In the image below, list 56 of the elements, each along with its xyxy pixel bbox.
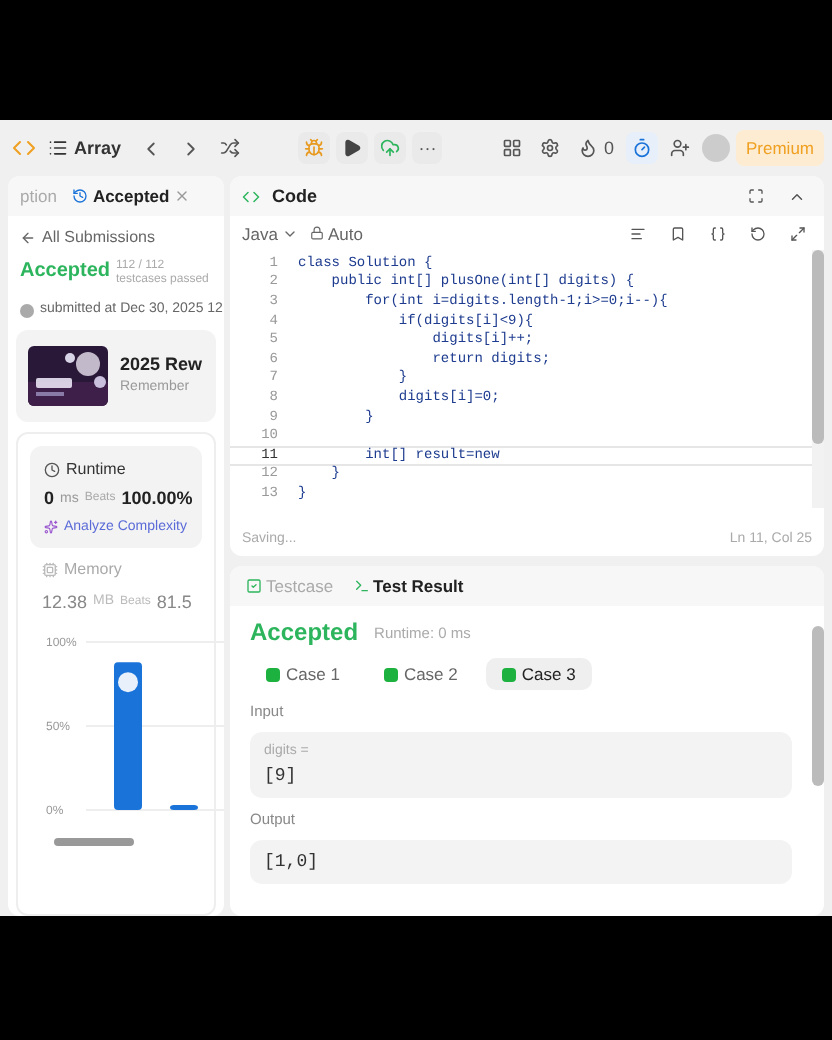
case-tab[interactable]: Case 3 xyxy=(485,658,592,690)
add-user-icon xyxy=(670,138,690,158)
expand-icon xyxy=(790,225,806,241)
cloud-upload-icon xyxy=(380,138,401,158)
back-link[interactable]: All Submissions xyxy=(20,228,212,246)
language-dropdown[interactable]: Java xyxy=(242,223,298,243)
panel-tab[interactable]: Accepted xyxy=(68,186,194,206)
runtime-value: 0 xyxy=(44,488,55,511)
code-icon xyxy=(242,187,260,205)
horizontal-scrollbar xyxy=(54,837,134,846)
problem-list-button[interactable]: Array xyxy=(42,132,128,164)
logo-icon xyxy=(12,136,36,160)
fullscreen-icon xyxy=(748,188,764,204)
history-icon xyxy=(72,188,89,204)
memory-value: 12.38 xyxy=(42,591,88,614)
shuffle-icon xyxy=(219,138,240,158)
panel-tab[interactable]: Test Result xyxy=(349,576,468,596)
user-marker-icon xyxy=(118,671,138,692)
memory-beats: 81.5 xyxy=(156,591,192,614)
run-button[interactable] xyxy=(336,132,369,164)
arrow-left-icon xyxy=(20,229,36,245)
lines-icon xyxy=(630,225,646,241)
timer-icon xyxy=(632,138,652,158)
timer-button[interactable] xyxy=(626,132,658,164)
panel-title: Code xyxy=(272,186,317,206)
sparkles-icon xyxy=(44,520,58,535)
case-tab[interactable]: Case 2 xyxy=(367,658,474,690)
avatar xyxy=(20,304,34,319)
list-icon xyxy=(48,138,68,158)
status-text: Accepted xyxy=(20,260,111,282)
runtime-label: Runtime xyxy=(66,459,126,479)
output-value: [1,0] xyxy=(264,852,321,873)
lock-icon xyxy=(309,226,324,240)
case-tab[interactable]: Case 1 xyxy=(250,658,356,690)
bug-icon xyxy=(304,138,325,158)
chart-bar xyxy=(170,804,198,810)
verdict-text: Accepted xyxy=(250,618,359,646)
play-icon xyxy=(342,138,363,158)
flame-icon xyxy=(577,138,598,158)
checkbox-icon xyxy=(246,578,262,594)
grid-icon xyxy=(501,138,522,158)
settings-icon xyxy=(539,138,560,158)
input-value: [9] xyxy=(264,766,299,787)
mode-dropdown[interactable]: Auto xyxy=(309,223,363,243)
more-button[interactable]: ··· xyxy=(412,132,443,164)
undo-icon xyxy=(750,225,766,241)
runtime-beats: 100.00% xyxy=(121,488,193,511)
chip-icon xyxy=(42,561,58,578)
close-icon xyxy=(173,188,190,204)
memory-label: Memory xyxy=(64,560,122,580)
clock-icon xyxy=(44,461,60,478)
streak-button[interactable]: 0 xyxy=(571,132,620,164)
promo-title: 2025 Rew xyxy=(120,353,203,375)
braces-icon xyxy=(710,225,726,241)
terminal-icon xyxy=(353,578,370,594)
bookmark-icon xyxy=(670,225,686,241)
